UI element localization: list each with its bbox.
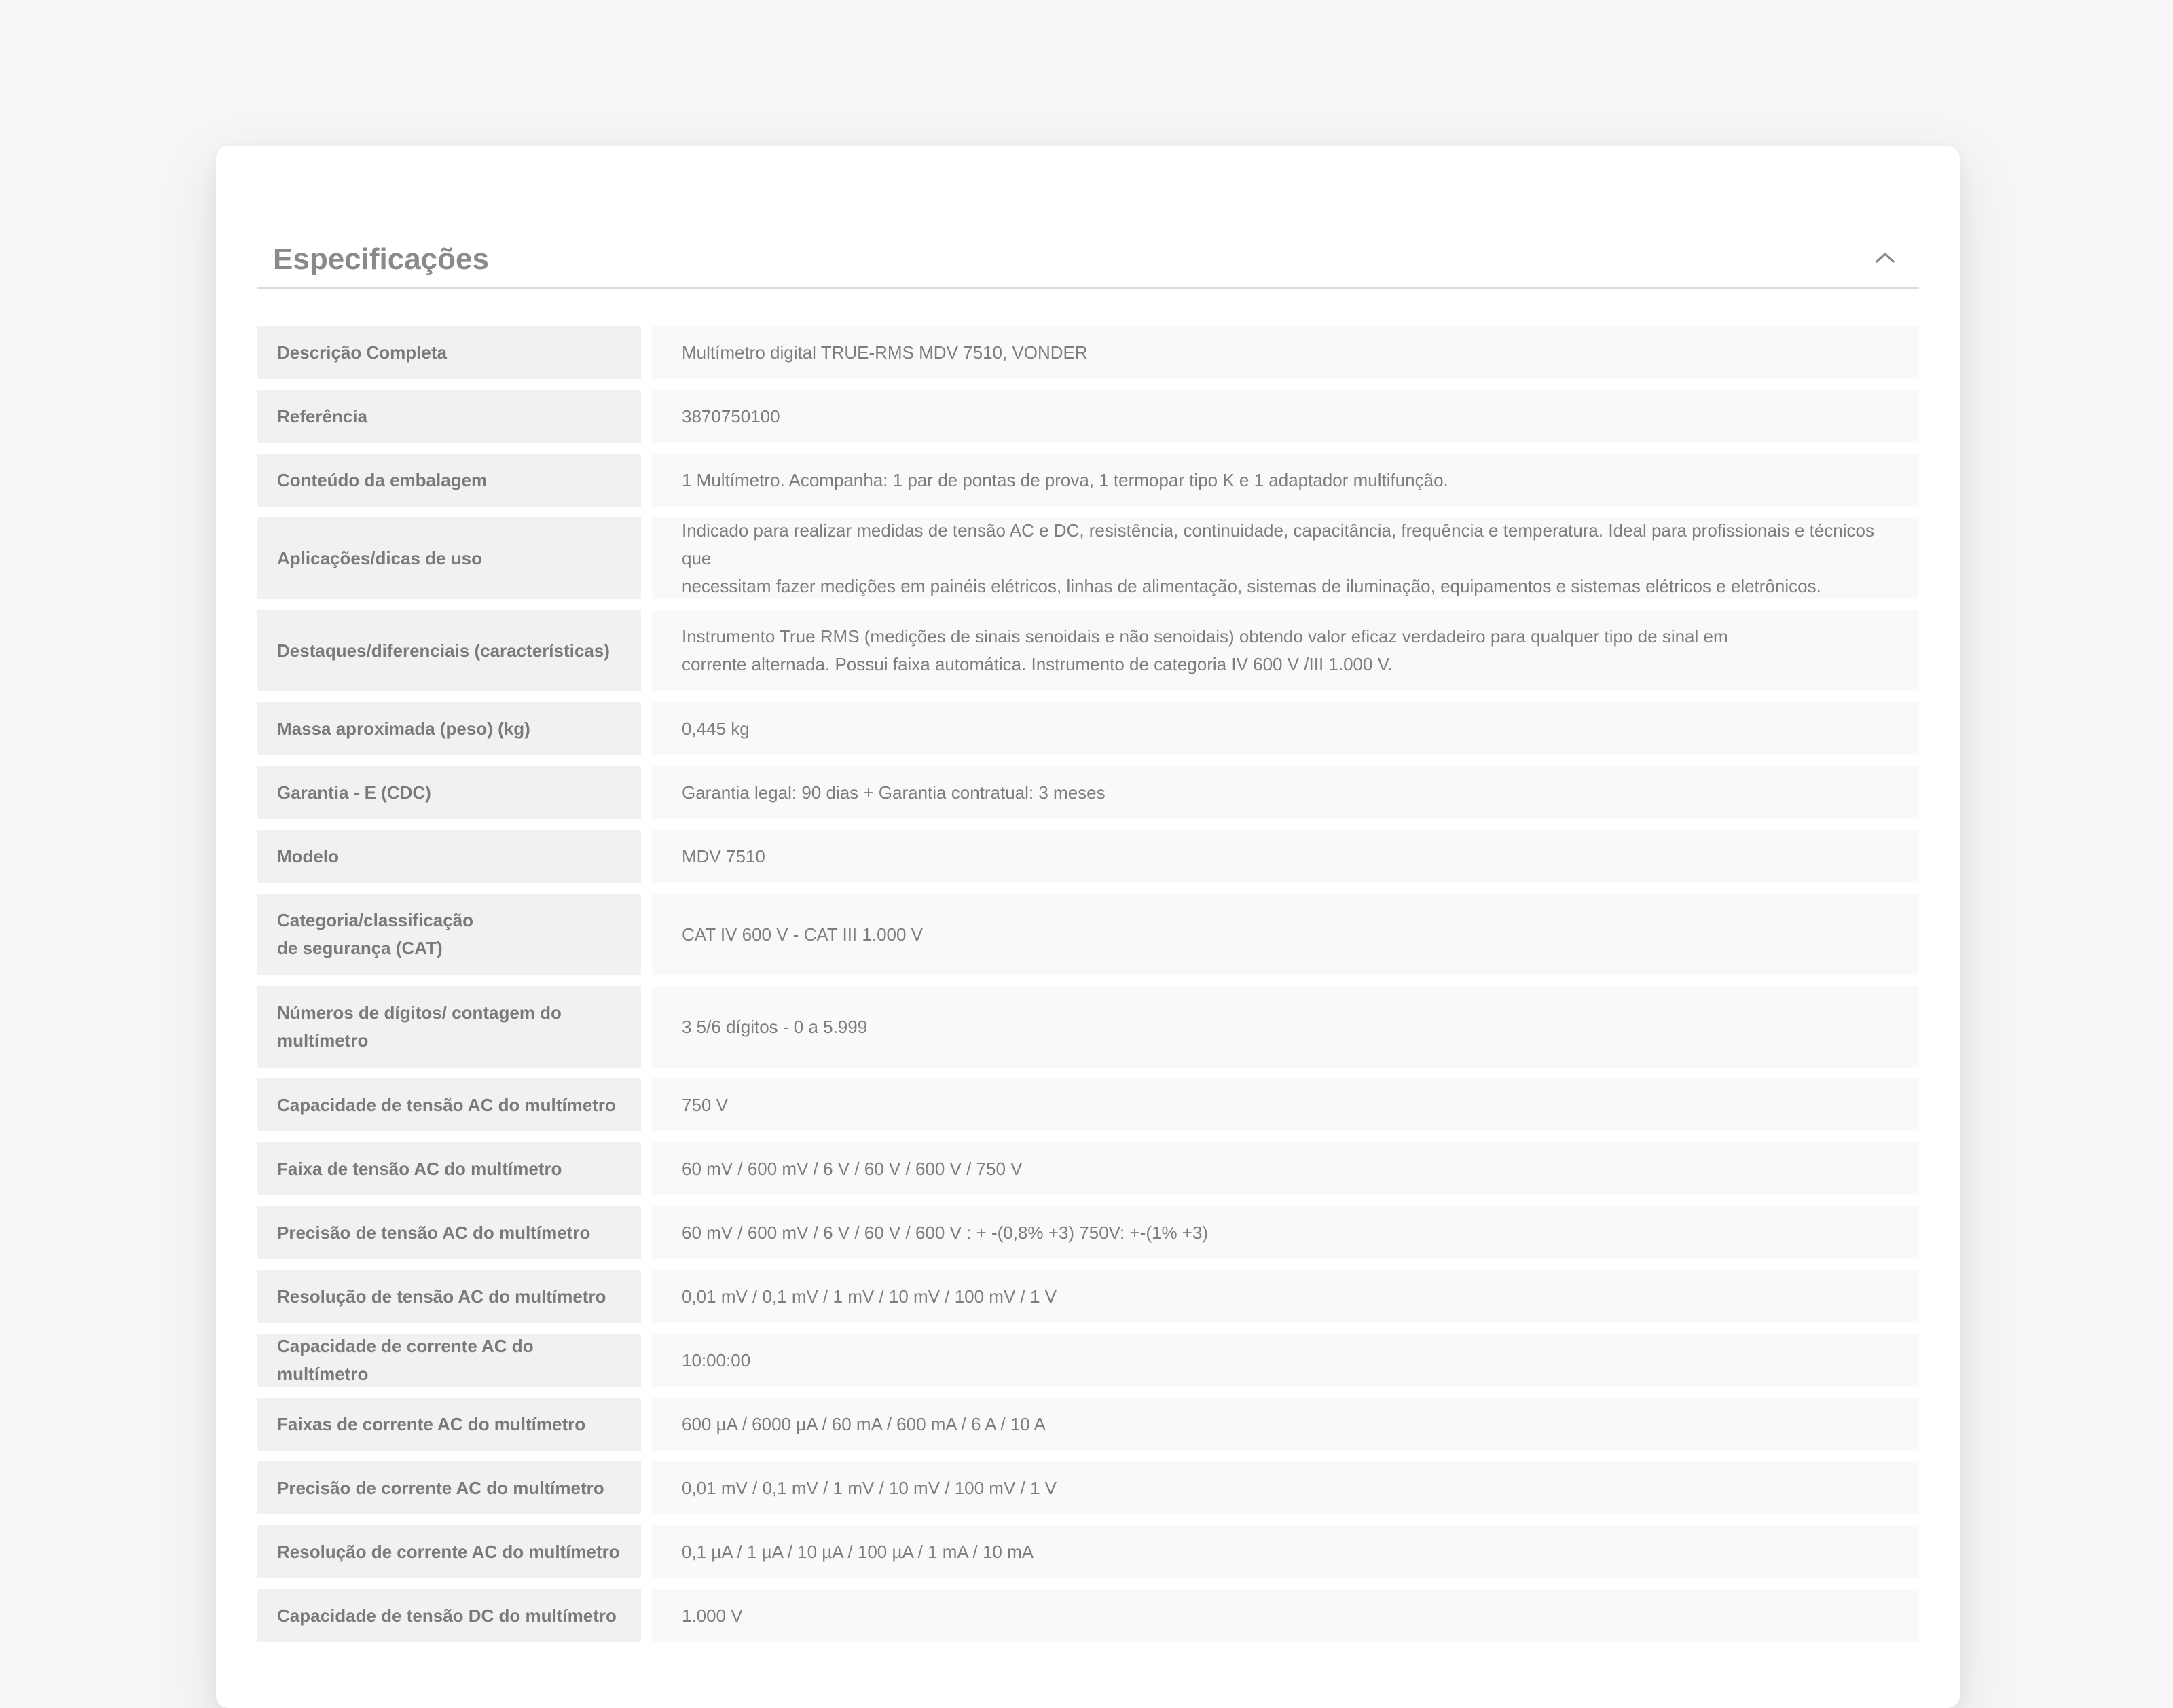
spec-label: Referência — [257, 390, 641, 443]
chevron-up-icon — [1876, 253, 1895, 263]
spec-row: Capacidade de corrente AC do multímetro … — [257, 1334, 1919, 1387]
spec-label: Números de dígitos/ contagem do multímet… — [257, 986, 641, 1068]
spec-value: 3870750100 — [652, 390, 1919, 443]
spec-label: Faixas de corrente AC do multímetro — [257, 1398, 641, 1451]
spec-value: 60 mV / 600 mV / 6 V / 60 V / 600 V / 75… — [652, 1142, 1919, 1195]
spec-value: 0,01 mV / 0,1 mV / 1 mV / 10 mV / 100 mV… — [652, 1270, 1919, 1323]
spec-label: Massa aproximada (peso) (kg) — [257, 702, 641, 755]
spec-value: 1 Multímetro. Acompanha: 1 par de pontas… — [652, 454, 1919, 507]
spec-row: Precisão de tensão AC do multímetro 60 m… — [257, 1206, 1919, 1259]
spec-row: Massa aproximada (peso) (kg) 0,445 kg — [257, 702, 1919, 755]
spec-label: Precisão de tensão AC do multímetro — [257, 1206, 641, 1259]
section-title: Especificações — [273, 242, 489, 276]
spec-value: 0,1 µA / 1 µA / 10 µA / 100 µA / 1 mA / … — [652, 1525, 1919, 1578]
spec-value: Instrumento True RMS (medições de sinais… — [652, 610, 1919, 691]
spec-row: Categoria/classificação de segurança (CA… — [257, 894, 1919, 975]
spec-label: Garantia - E (CDC) — [257, 766, 641, 819]
spec-row: Resolução de corrente AC do multímetro 0… — [257, 1525, 1919, 1578]
spec-row: Garantia - E (CDC) Garantia legal: 90 di… — [257, 766, 1919, 819]
spec-row: Conteúdo da embalagem 1 Multímetro. Acom… — [257, 454, 1919, 507]
spec-label: Destaques/diferenciais (características) — [257, 610, 641, 691]
specifications-card: Especificações Descrição Completa Multím… — [216, 146, 1960, 1708]
spec-row: Descrição Completa Multímetro digital TR… — [257, 326, 1919, 379]
spec-label: Resolução de corrente AC do multímetro — [257, 1525, 641, 1578]
spec-value: MDV 7510 — [652, 830, 1919, 883]
spec-row: Faixa de tensão AC do multímetro 60 mV /… — [257, 1142, 1919, 1195]
spec-label: Capacidade de tensão DC do multímetro — [257, 1589, 641, 1642]
spec-value: 60 mV / 600 mV / 6 V / 60 V / 600 V : + … — [652, 1206, 1919, 1259]
spec-label: Faixa de tensão AC do multímetro — [257, 1142, 641, 1195]
spec-value: 600 µA / 6000 µA / 60 mA / 600 mA / 6 A … — [652, 1398, 1919, 1451]
spec-label: Descrição Completa — [257, 326, 641, 379]
spec-value: Indicado para realizar medidas de tensão… — [652, 517, 1919, 599]
spec-label: Categoria/classificação de segurança (CA… — [257, 894, 641, 975]
collapse-button[interactable] — [1865, 237, 1905, 278]
spec-row: Capacidade de tensão DC do multímetro 1.… — [257, 1589, 1919, 1642]
spec-row: Resolução de tensão AC do multímetro 0,0… — [257, 1270, 1919, 1323]
spec-label: Precisão de corrente AC do multímetro — [257, 1461, 641, 1514]
spec-value: CAT IV 600 V - CAT III 1.000 V — [652, 894, 1919, 975]
spec-value: 3 5/6 dígitos - 0 a 5.999 — [652, 986, 1919, 1068]
spec-label: Resolução de tensão AC do multímetro — [257, 1270, 641, 1323]
spec-value: 1.000 V — [652, 1589, 1919, 1642]
specifications-table: Descrição Completa Multímetro digital TR… — [257, 326, 1919, 1653]
spec-value: 10:00:00 — [652, 1334, 1919, 1387]
spec-row: Capacidade de tensão AC do multímetro 75… — [257, 1078, 1919, 1131]
spec-label: Conteúdo da embalagem — [257, 454, 641, 507]
spec-row: Referência 3870750100 — [257, 390, 1919, 443]
spec-row: Modelo MDV 7510 — [257, 830, 1919, 883]
spec-label: Capacidade de tensão AC do multímetro — [257, 1078, 641, 1131]
spec-value: Garantia legal: 90 dias + Garantia contr… — [652, 766, 1919, 819]
spec-value: Multímetro digital TRUE-RMS MDV 7510, VO… — [652, 326, 1919, 379]
spec-row: Destaques/diferenciais (características)… — [257, 610, 1919, 691]
spec-label: Modelo — [257, 830, 641, 883]
spec-label: Capacidade de corrente AC do multímetro — [257, 1334, 641, 1387]
spec-value: 750 V — [652, 1078, 1919, 1131]
spec-row: Números de dígitos/ contagem do multímet… — [257, 986, 1919, 1068]
spec-row: Faixas de corrente AC do multímetro 600 … — [257, 1398, 1919, 1451]
specifications-header[interactable]: Especificações — [257, 228, 1919, 289]
spec-row: Aplicações/dicas de uso Indicado para re… — [257, 517, 1919, 599]
spec-value: 0,445 kg — [652, 702, 1919, 755]
spec-row: Precisão de corrente AC do multímetro 0,… — [257, 1461, 1919, 1514]
spec-value: 0,01 mV / 0,1 mV / 1 mV / 10 mV / 100 mV… — [652, 1461, 1919, 1514]
spec-label: Aplicações/dicas de uso — [257, 517, 641, 599]
